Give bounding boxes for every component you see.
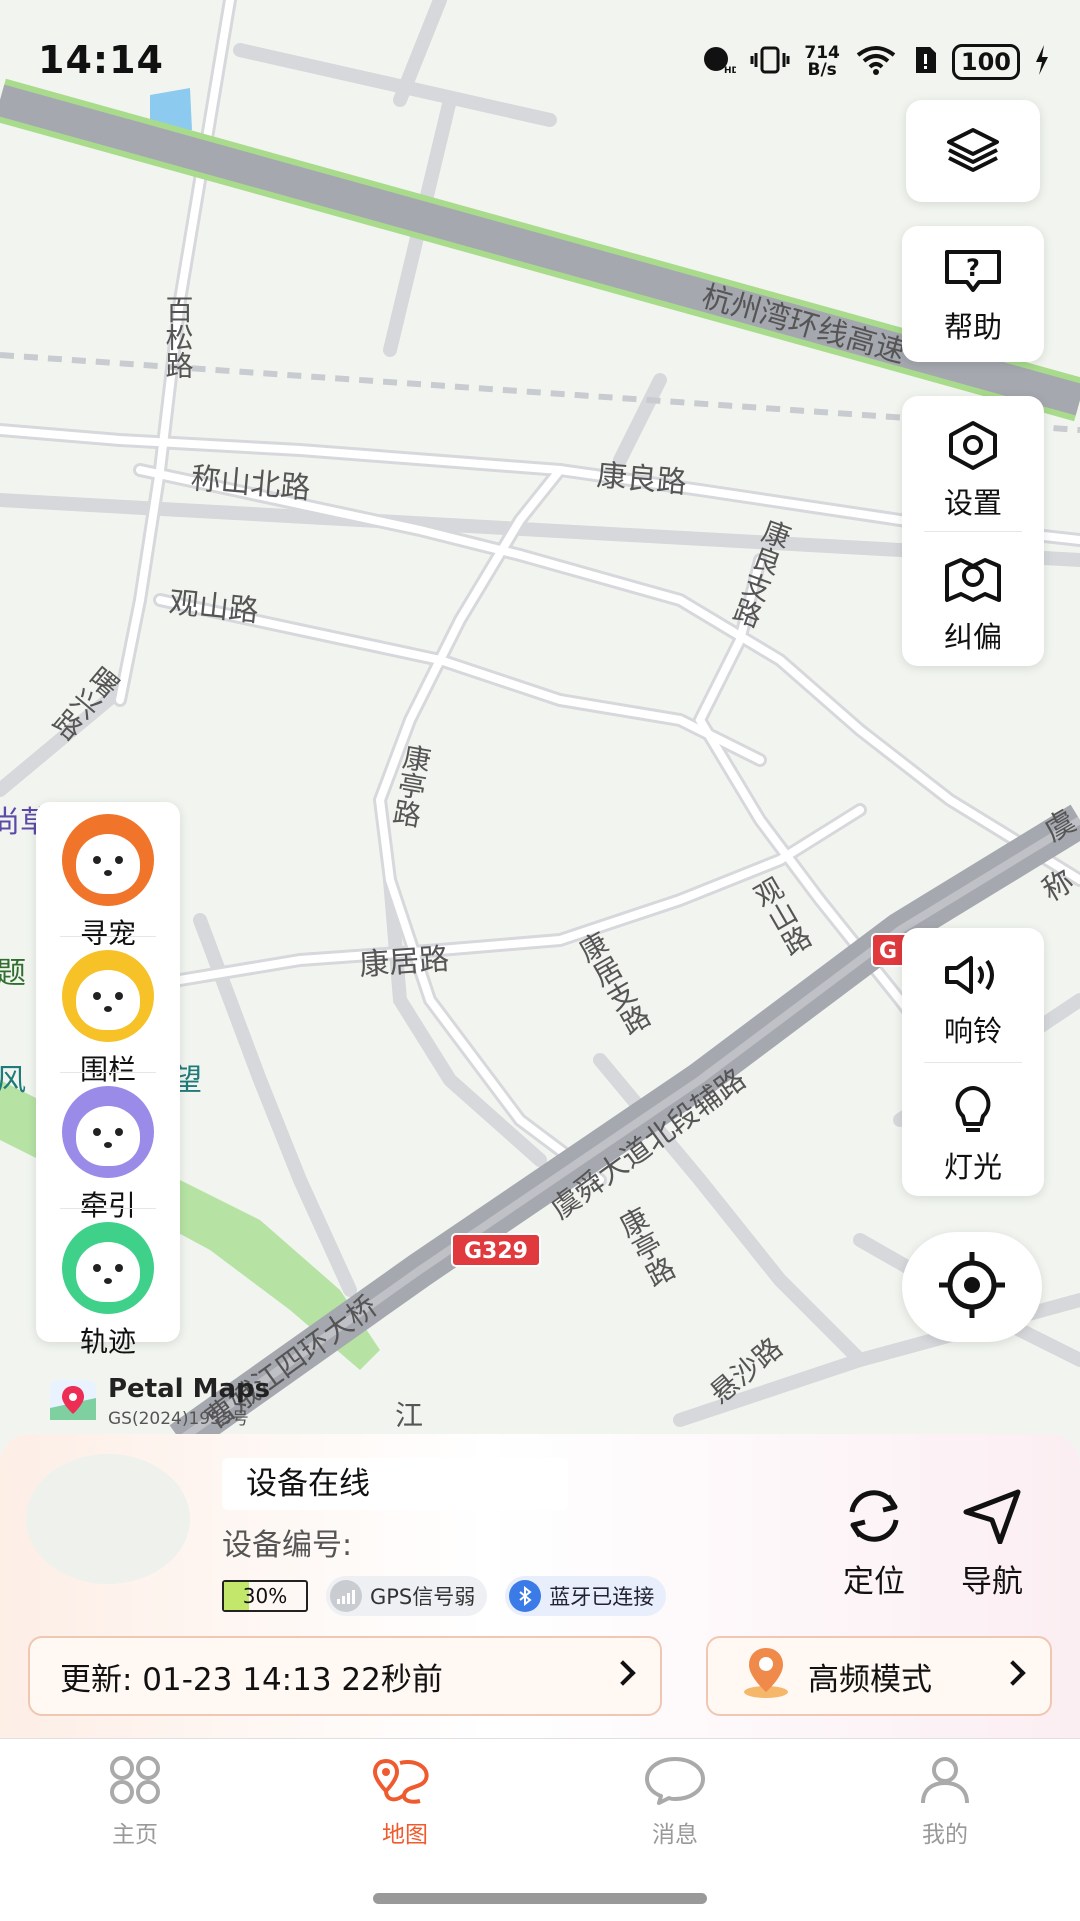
locate-label: 定位: [843, 1556, 905, 1601]
g329-shield: G329: [452, 1234, 540, 1266]
navigation-arrow-icon: [960, 1488, 1024, 1548]
device-battery: 30%: [222, 1580, 308, 1612]
map-route-icon: [370, 1755, 440, 1811]
locate-button[interactable]: 定位: [824, 1488, 924, 1601]
help-button[interactable]: ? 帮助: [902, 226, 1044, 362]
last-update-button[interactable]: 更新: 01-23 14:13 22秒前: [28, 1636, 662, 1716]
home-grid-icon: [105, 1755, 165, 1811]
vibrate-icon: [750, 45, 790, 79]
high-frequency-mode-button[interactable]: 高频模式: [706, 1636, 1052, 1716]
label-kangju: 康居路: [358, 942, 450, 983]
correction-label: 纠偏: [944, 614, 1002, 656]
net-speed: 714 B/s: [804, 45, 840, 79]
gps-signal-icon: [330, 1580, 362, 1612]
location-pin-icon: [738, 1644, 794, 1708]
settings-correction-group: 设置 纠偏: [902, 396, 1044, 666]
chat-bubble-icon: [643, 1755, 707, 1811]
divider: [60, 936, 156, 937]
device-avatar: [26, 1454, 190, 1584]
map-pin-correction-icon: [943, 554, 1003, 608]
tab-messages-label: 消息: [652, 1815, 698, 1849]
divider: [924, 1062, 1022, 1063]
tab-mine-label: 我的: [922, 1815, 968, 1849]
crosshair-icon: [935, 1248, 1009, 1326]
battery-indicator: 100: [952, 44, 1020, 80]
light-label: 灯光: [944, 1144, 1002, 1186]
battery-percent: 30%: [243, 1584, 287, 1608]
settings-label: 设置: [944, 480, 1002, 522]
fence-button[interactable]: 围栏: [36, 950, 180, 1088]
label-jiang: 江: [395, 1399, 423, 1432]
navigate-button[interactable]: 导航: [942, 1488, 1042, 1601]
bulb-icon: [950, 1084, 996, 1138]
svg-text:?: ?: [966, 254, 980, 282]
ring-button[interactable]: 响铃: [902, 952, 1044, 1050]
high-frequency-label: 高频模式: [808, 1654, 932, 1699]
dog-avatar-icon: [62, 814, 154, 906]
tab-mine[interactable]: 我的: [875, 1755, 1015, 1849]
navigate-label: 导航: [961, 1556, 1023, 1601]
divider: [60, 1208, 156, 1209]
layers-icon: [945, 126, 1001, 178]
svg-text:G: G: [879, 939, 897, 964]
gps-status-label: GPS信号弱: [370, 1581, 475, 1611]
device-status: 设备在线: [222, 1458, 568, 1510]
status-time: 14:14: [38, 38, 164, 82]
settings-button[interactable]: 设置: [902, 420, 1044, 522]
dog-leash-icon: [62, 1086, 154, 1178]
pet-function-menu: 寻宠 围栏 牵引 轨迹: [36, 802, 180, 1342]
label-baisong: 百松路: [162, 295, 195, 379]
tab-messages[interactable]: 消息: [605, 1755, 745, 1849]
my-location-button[interactable]: [902, 1232, 1042, 1342]
dog-fence-icon: [62, 950, 154, 1042]
divider: [60, 1072, 156, 1073]
device-number-label: 设备编号:: [222, 1520, 352, 1564]
divider: [924, 531, 1022, 532]
leash-button[interactable]: 牵引: [36, 1086, 180, 1224]
help-label: 帮助: [944, 304, 1002, 346]
correction-button[interactable]: 纠偏: [902, 554, 1044, 656]
chevron-right-icon: [1000, 1660, 1025, 1685]
hd-call-icon: HD: [702, 45, 736, 79]
label-left-3: 风: [0, 1063, 26, 1098]
user-profile-icon: [917, 1755, 973, 1811]
settings-icon: [945, 420, 1001, 474]
wifi-icon: [854, 45, 898, 79]
label-left-2: 题: [0, 956, 26, 991]
track-button[interactable]: 轨迹: [36, 1222, 180, 1360]
find-pet-button[interactable]: 寻宠: [36, 814, 180, 952]
tab-home[interactable]: 主页: [65, 1755, 205, 1849]
bluetooth-status-label: 蓝牙已连接: [549, 1581, 654, 1611]
bluetooth-status-badge: 蓝牙已连接: [505, 1576, 666, 1616]
last-update-text: 更新: 01-23 14:13 22秒前: [60, 1654, 443, 1699]
dog-track-icon: [62, 1222, 154, 1314]
petal-maps-logo-icon: [50, 1380, 96, 1424]
charging-icon: [1034, 45, 1050, 79]
ring-light-group: 响铃 灯光: [902, 928, 1044, 1196]
help-icon: ?: [943, 248, 1003, 298]
tab-map-label: 地图: [382, 1815, 428, 1849]
light-button[interactable]: 灯光: [902, 1084, 1044, 1186]
svg-text:G329: G329: [464, 1239, 528, 1264]
track-label: 轨迹: [80, 1320, 136, 1360]
home-indicator[interactable]: [373, 1893, 707, 1904]
map-attribution: Petal Maps GS(2024)1955号: [50, 1374, 270, 1429]
fence-label: 围栏: [80, 1048, 136, 1088]
gps-status-badge: GPS信号弱: [326, 1576, 487, 1616]
map-license: GS(2024)1955号: [108, 1404, 270, 1429]
leash-label: 牵引: [80, 1184, 136, 1224]
speaker-icon: [941, 952, 1005, 1002]
bluetooth-icon: [509, 1580, 541, 1612]
tab-map[interactable]: 地图: [335, 1755, 475, 1849]
refresh-icon: [842, 1488, 906, 1548]
map-provider: Petal Maps: [108, 1374, 270, 1404]
tab-home-label: 主页: [112, 1815, 158, 1849]
find-pet-label: 寻宠: [80, 912, 136, 952]
sim-alert-icon: [912, 45, 938, 79]
svg-text:HD: HD: [724, 66, 736, 75]
layers-button[interactable]: [906, 100, 1040, 202]
chevron-right-icon: [610, 1660, 635, 1685]
ring-label: 响铃: [944, 1008, 1002, 1050]
